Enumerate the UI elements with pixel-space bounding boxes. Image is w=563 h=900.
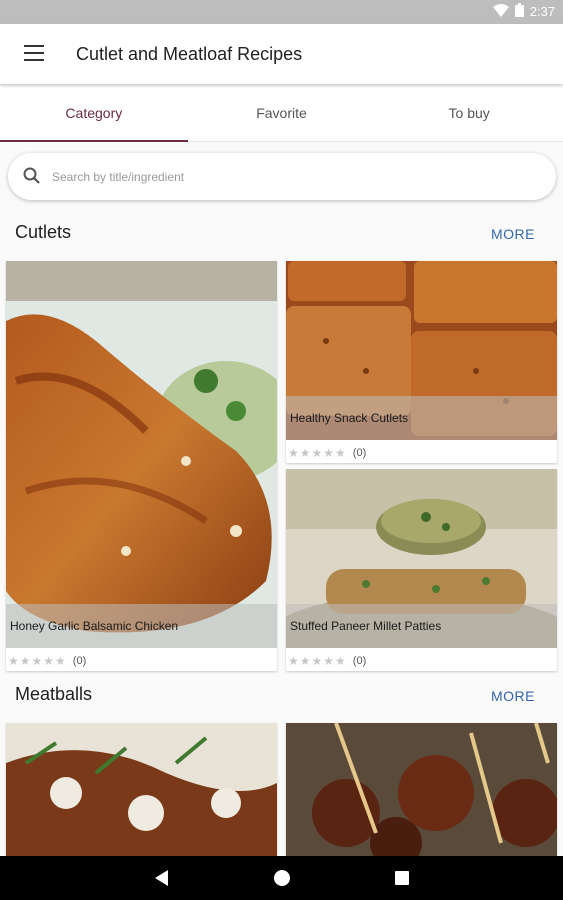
rating-stars-icon: ★★★★★ bbox=[288, 446, 347, 460]
rating-stars-icon: ★★★★★ bbox=[288, 654, 347, 668]
tab-bar: Category Favorite To buy bbox=[0, 86, 563, 142]
recipe-image bbox=[6, 261, 277, 648]
recent-apps-icon[interactable] bbox=[395, 871, 409, 885]
wifi-icon bbox=[492, 3, 509, 20]
recipe-card-meatballs-1[interactable] bbox=[6, 723, 277, 863]
more-button-cutlets[interactable]: MORE bbox=[491, 226, 535, 242]
tab-favorite[interactable]: Favorite bbox=[188, 86, 376, 141]
rating-count: (0) bbox=[352, 655, 367, 667]
rating: ★★★★★ (0) bbox=[288, 446, 366, 460]
app-bar: Cutlet and Meatloaf Recipes bbox=[0, 24, 563, 84]
recipe-image bbox=[286, 723, 557, 863]
recipe-title: Healthy Snack Cutlets bbox=[286, 396, 557, 440]
back-icon[interactable] bbox=[155, 870, 168, 886]
recipe-card-stuffed-paneer[interactable]: Stuffed Paneer Millet Patties ★★★★★ (0) bbox=[286, 469, 557, 671]
rating-count: (0) bbox=[72, 655, 87, 667]
battery-icon bbox=[514, 3, 524, 20]
recipe-image bbox=[6, 723, 277, 863]
status-time: 2:37 bbox=[529, 4, 555, 19]
rating: ★★★★★ (0) bbox=[8, 654, 86, 668]
section-title-cutlets: Cutlets bbox=[15, 222, 72, 242]
recipe-card-healthy-snack[interactable]: Healthy Snack Cutlets ★★★★★ (0) bbox=[286, 261, 557, 463]
home-icon[interactable] bbox=[274, 870, 290, 886]
search-input[interactable] bbox=[52, 165, 532, 189]
status-bar: 2:37 bbox=[0, 0, 563, 24]
recipe-card-honey-garlic[interactable]: Honey Garlic Balsamic Chicken ★★★★★ (0) bbox=[6, 261, 277, 671]
tab-to-buy[interactable]: To buy bbox=[375, 86, 563, 141]
more-button-meatballs[interactable]: MORE bbox=[491, 688, 535, 704]
recipe-title: Stuffed Paneer Millet Patties bbox=[286, 604, 557, 648]
section-title-meatballs: Meatballs bbox=[15, 684, 93, 704]
rating-count: (0) bbox=[352, 447, 367, 459]
search-bar bbox=[8, 153, 556, 200]
app-title: Cutlet and Meatloaf Recipes bbox=[76, 44, 303, 64]
menu-icon[interactable] bbox=[24, 45, 44, 61]
tab-category[interactable]: Category bbox=[0, 86, 188, 142]
rating: ★★★★★ (0) bbox=[288, 654, 366, 668]
recipe-card-meatballs-2[interactable] bbox=[286, 723, 557, 863]
rating-stars-icon: ★★★★★ bbox=[8, 654, 67, 668]
recipe-title: Honey Garlic Balsamic Chicken bbox=[6, 604, 277, 648]
system-nav-bar bbox=[0, 856, 563, 900]
search-icon bbox=[23, 167, 40, 184]
